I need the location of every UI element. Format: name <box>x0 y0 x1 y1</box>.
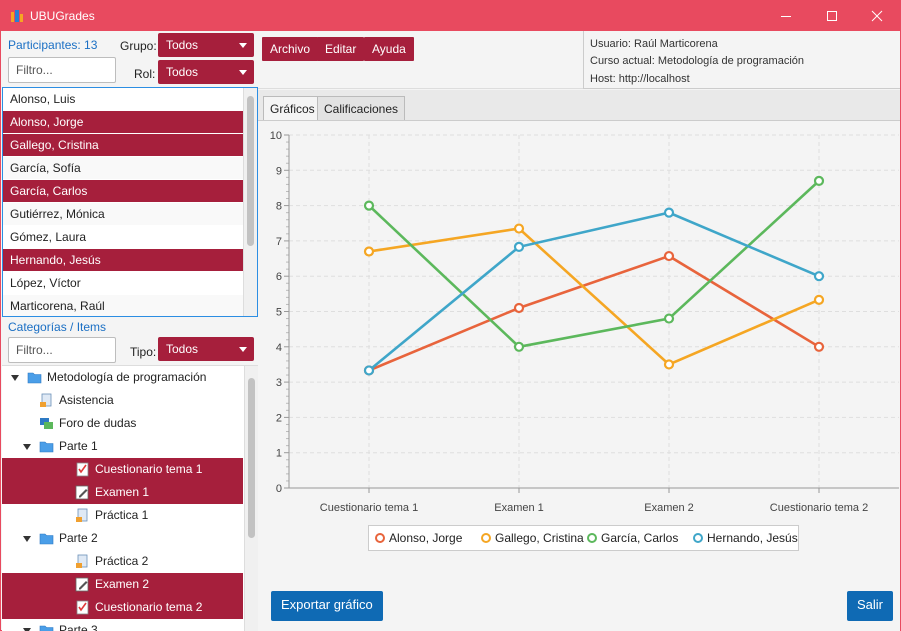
data-point <box>813 271 825 282</box>
legend-marker-icon <box>481 533 491 543</box>
app-window: UBUGrades Participantes: 13 Grupo: Todos… <box>0 0 901 631</box>
legend-marker-icon <box>587 533 597 543</box>
data-point <box>663 207 675 218</box>
data-point <box>513 223 525 234</box>
x-tick-label: Examen 2 <box>644 502 694 514</box>
data-point <box>813 294 825 305</box>
y-tick-label: 2 <box>276 412 282 424</box>
y-tick-label: 9 <box>276 165 282 177</box>
y-tick-label: 10 <box>270 130 282 142</box>
legend-item: García, Carlos <box>587 531 678 545</box>
legend-label: Alonso, Jorge <box>389 531 463 545</box>
y-tick-label: 7 <box>276 236 282 248</box>
y-tick-label: 1 <box>276 448 282 460</box>
legend-item: Hernando, Jesús <box>693 531 798 545</box>
data-point <box>363 246 375 257</box>
data-point <box>363 365 375 376</box>
export-chart-button[interactable]: Exportar gráfico <box>271 591 383 621</box>
x-tick-label: Cuestionario tema 1 <box>320 502 418 514</box>
legend-label: Hernando, Jesús <box>707 531 798 545</box>
legend-label: García, Carlos <box>601 531 679 545</box>
y-tick-label: 0 <box>276 483 282 495</box>
exit-button[interactable]: Salir <box>847 591 894 621</box>
data-point <box>813 175 825 186</box>
legend-marker-icon <box>375 533 385 543</box>
legend-marker-icon <box>693 533 703 543</box>
data-point <box>513 302 525 314</box>
data-point <box>513 341 525 352</box>
legend-item: Gallego, Cristina <box>481 531 584 545</box>
data-point <box>663 313 675 324</box>
y-tick-label: 5 <box>276 307 282 319</box>
legend-label: Gallego, Cristina <box>495 531 584 545</box>
y-tick-label: 4 <box>276 342 282 354</box>
x-tick-label: Cuestionario tema 2 <box>770 502 868 514</box>
chart-legend: Alonso, Jorge Gallego, Cristina García, Ca… <box>368 525 799 551</box>
data-point <box>663 250 675 262</box>
y-tick-label: 8 <box>276 201 282 213</box>
y-tick-label: 6 <box>276 271 282 283</box>
data-point <box>513 241 525 253</box>
data-point <box>813 341 825 352</box>
data-point <box>663 359 675 370</box>
legend-item: Alonso, Jorge <box>375 531 462 545</box>
x-tick-label: Examen 1 <box>494 502 544 514</box>
data-point <box>363 200 375 211</box>
y-tick-label: 3 <box>276 377 282 389</box>
